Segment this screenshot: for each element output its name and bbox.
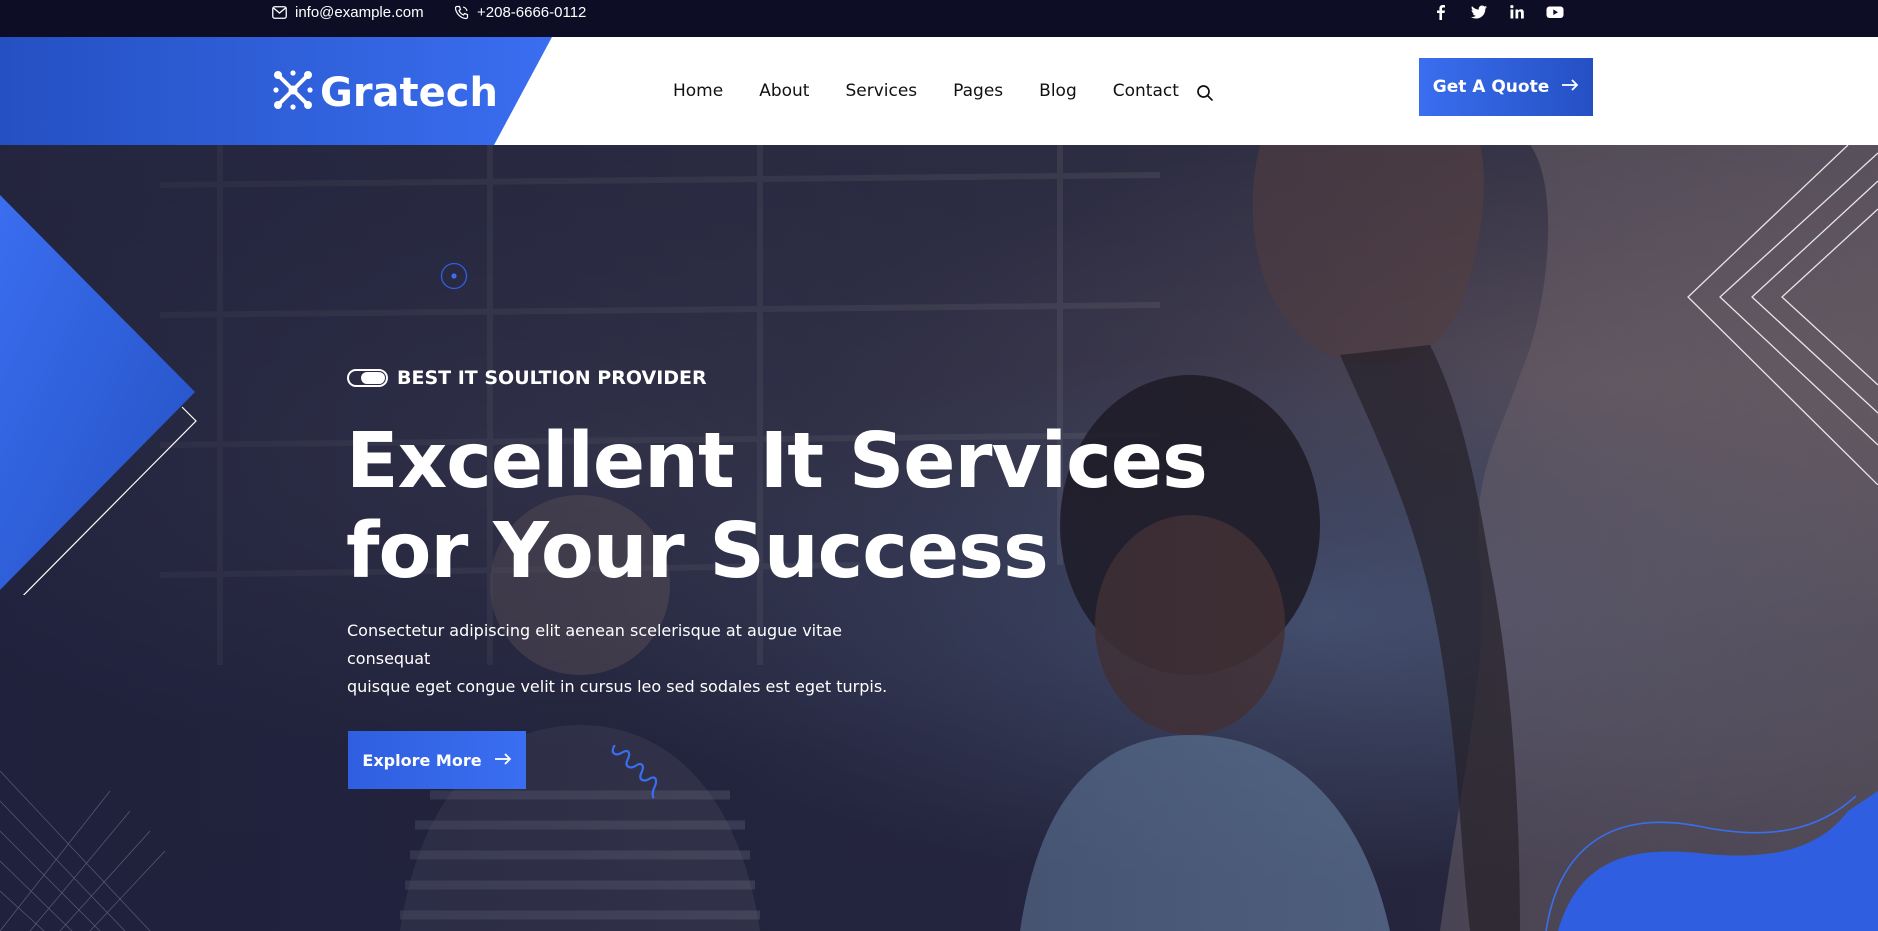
hero-headline: Excellent It Services for Your Success: [346, 417, 1208, 597]
email-contact[interactable]: info@example.com: [272, 0, 424, 24]
youtube-icon[interactable]: [1546, 3, 1564, 21]
linkedin-icon[interactable]: [1508, 3, 1526, 21]
arrow-right-icon: [494, 751, 512, 770]
email-text: info@example.com: [295, 3, 424, 21]
quote-button-label: Get A Quote: [1432, 77, 1550, 97]
phone-icon: [454, 5, 469, 20]
get-a-quote-button[interactable]: Get A Quote: [1419, 58, 1593, 116]
headline-line-1: Excellent It Services: [346, 417, 1208, 506]
logo-icon: [272, 69, 314, 116]
arrow-right-icon: [1561, 77, 1579, 97]
social-links: [1432, 3, 1564, 21]
nav-home[interactable]: Home: [673, 81, 723, 101]
nav-contact[interactable]: Contact: [1113, 81, 1179, 101]
toggle-icon: [347, 369, 388, 387]
tagline-text: BEST IT SOULTION PROVIDER: [397, 367, 707, 389]
bottom-right-blob: [1545, 791, 1878, 931]
main-nav: Home About Services Pages Blog Contact: [673, 81, 1215, 101]
phone-contact[interactable]: +208-6666-0112: [454, 0, 586, 24]
hero-description: Consectetur adipiscing elit aenean scele…: [347, 617, 907, 701]
twitter-icon[interactable]: [1470, 3, 1488, 21]
description-line-2: quisque eget congue velit in cursus leo …: [347, 677, 888, 696]
logo-text: Gratech: [320, 69, 498, 116]
grid-decor: [0, 770, 166, 931]
facebook-icon[interactable]: [1432, 3, 1450, 21]
right-decor-lines: [1687, 145, 1878, 485]
hero-section: BEST IT SOULTION PROVIDER Excellent It S…: [0, 145, 1878, 931]
hero-tagline: BEST IT SOULTION PROVIDER: [347, 367, 707, 389]
left-decor-shape: [0, 195, 197, 595]
description-line-1: Consectetur adipiscing elit aenean scele…: [347, 621, 843, 668]
nav-services[interactable]: Services: [845, 81, 917, 101]
envelope-icon: [272, 5, 287, 19]
circle-dot-decor: [440, 262, 468, 290]
squiggle-decor: [605, 745, 658, 799]
logo[interactable]: Gratech: [272, 69, 498, 116]
nav-pages[interactable]: Pages: [953, 81, 1003, 101]
headline-line-2: for Your Success: [346, 507, 1049, 596]
search-icon[interactable]: [1196, 84, 1214, 102]
nav-blog[interactable]: Blog: [1039, 81, 1077, 101]
explore-button-label: Explore More: [362, 750, 482, 770]
site-header: Gratech Home About Services Pages Blog C…: [0, 37, 1878, 145]
phone-text: +208-6666-0112: [477, 3, 587, 21]
explore-more-button[interactable]: Explore More: [348, 731, 526, 789]
nav-about[interactable]: About: [759, 81, 809, 101]
top-bar: info@example.com +208-6666-0112: [0, 0, 1878, 37]
